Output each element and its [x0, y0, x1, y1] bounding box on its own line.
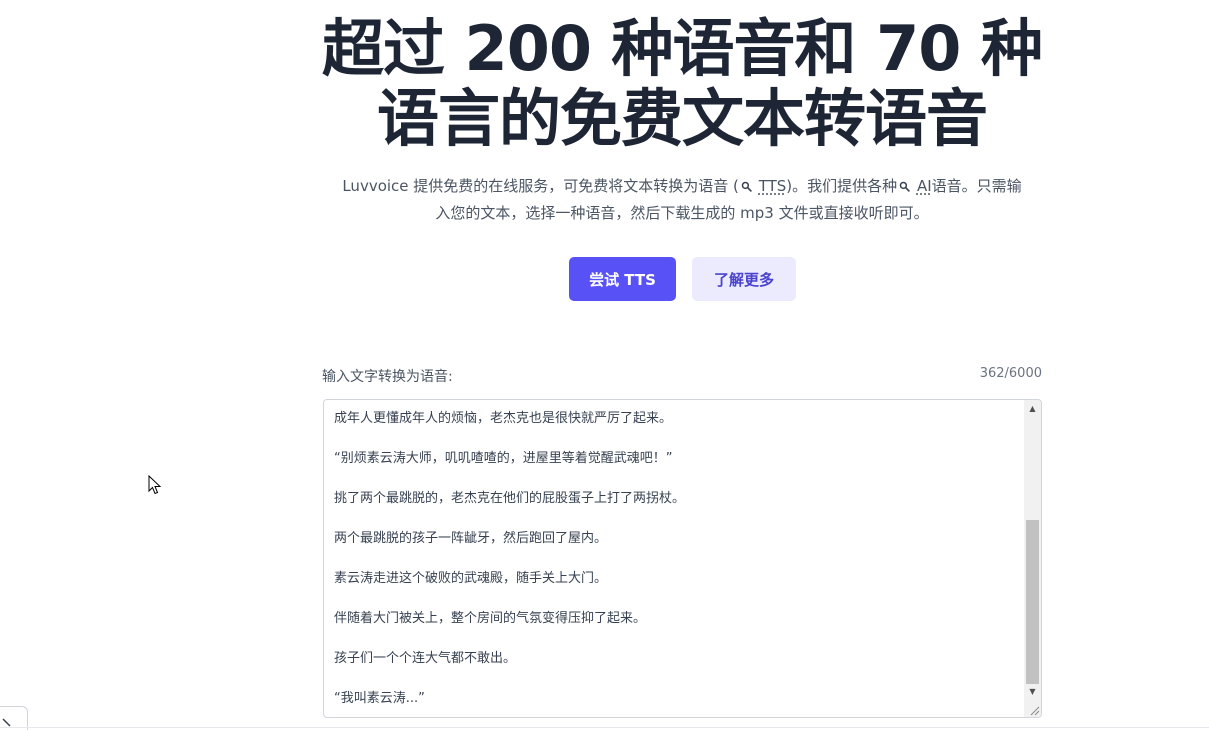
text-line: “我叫素云涛...” [334, 691, 425, 706]
page-title: 超过 200 种语音和 70 种语言的免费文本转语音 [321, 12, 1043, 155]
try-tts-button[interactable]: 尝试 TTS [569, 257, 676, 301]
vertical-scrollbar[interactable]: ▲ ▼ [1024, 400, 1041, 717]
text-line: 孩子们一个个连大气都不敢出。 [334, 651, 517, 666]
search-icon [741, 181, 752, 192]
scroll-up-arrow-icon[interactable]: ▲ [1024, 400, 1041, 417]
text-line: 挑了两个最跳脱的，老杰克在他们的屁股蛋子上打了两拐杖。 [334, 491, 686, 506]
text-input-label: 输入文字转换为语音: [322, 369, 453, 385]
text-line: 素云涛走进这个破败的武魂殿，随手关上大门。 [334, 571, 608, 586]
text-content[interactable]: 成年人更懂成年人的烦恼，老杰克也是很快就严厉了起来。 “别烦素云涛大师，叽叽喳喳… [334, 409, 1024, 717]
hero-desc-text-2: )。我们提供各种 [786, 177, 898, 195]
divider [0, 727, 1209, 728]
text-line: 两个最跳脱的孩子一阵龇牙，然后跑回了屋内。 [334, 531, 608, 546]
hero-desc-text-1: Luvvoice 提供免费的在线服务，可免费将文本转换为语音 ( [342, 177, 739, 195]
resize-grip-icon[interactable] [1028, 704, 1040, 716]
scroll-thumb[interactable] [1026, 520, 1039, 684]
text-line: “别烦素云涛大师，叽叽喳喳的，进屋里等着觉醒武魂吧！” [334, 451, 673, 466]
ai-link[interactable]: AI [917, 177, 932, 195]
learn-more-button[interactable]: 了解更多 [692, 257, 796, 301]
character-count: 362/6000 [979, 366, 1042, 381]
text-input-area[interactable]: 成年人更懂成年人的烦恼，老杰克也是很快就严厉了起来。 “别烦素云涛大师，叽叽喳喳… [323, 399, 1042, 718]
text-line: 伴随着大门被关上，整个房间的气氛变得压抑了起来。 [334, 611, 647, 626]
search-icon [899, 181, 910, 192]
tts-link[interactable]: TTS [759, 177, 787, 195]
scroll-down-arrow-icon[interactable]: ▼ [1024, 683, 1041, 700]
hero-description: Luvvoice 提供免费的在线服务，可免费将文本转换为语音 ( TTS)。我们… [340, 173, 1024, 227]
text-line: 成年人更懂成年人的烦恼，老杰克也是很快就严厉了起来。 [334, 411, 673, 426]
mouse-cursor-icon [148, 475, 162, 495]
